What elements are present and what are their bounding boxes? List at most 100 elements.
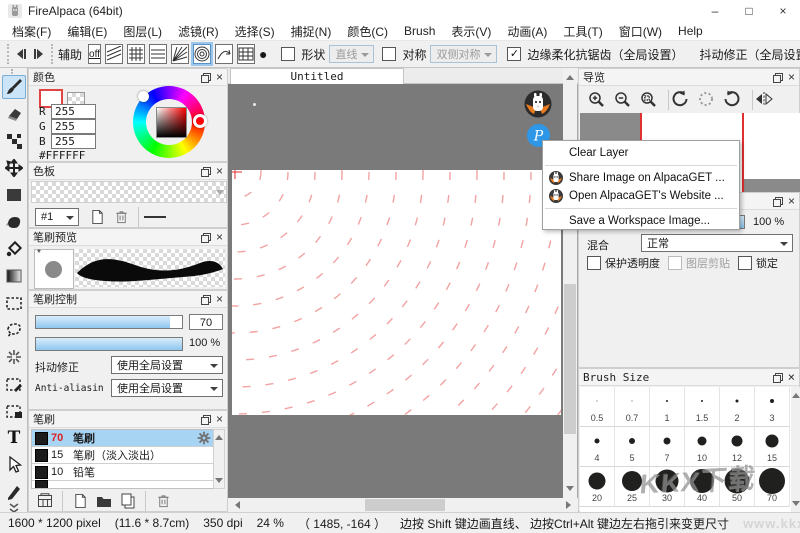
brush-list-scrollbar[interactable] [213, 429, 225, 489]
stabilizer-select[interactable]: 使用全局设置 [111, 356, 223, 374]
snap-off-button[interactable]: off [88, 44, 101, 64]
select-eraser-tool[interactable] [2, 399, 26, 423]
prev-snap-button[interactable] [14, 44, 28, 64]
close-panel-icon[interactable]: × [216, 413, 223, 425]
canvas-area[interactable]: Untitled P [228, 68, 578, 512]
symmetry-checkbox[interactable] [382, 47, 396, 61]
brush-size-option[interactable]: 20 [580, 467, 615, 507]
rotate-ccw-icon[interactable] [669, 89, 691, 109]
clipping-checkbox[interactable] [668, 256, 682, 270]
float-panel-icon[interactable] [201, 73, 210, 82]
menu-item[interactable]: 档案(F) [4, 22, 59, 41]
canvas-hscrollbar[interactable] [228, 498, 578, 512]
brush-list-item-partial[interactable] [32, 481, 214, 489]
close-button[interactable]: × [766, 0, 800, 22]
menu-item[interactable]: 工具(T) [555, 22, 610, 41]
magic-wand-tool[interactable] [2, 345, 26, 369]
context-menu-item[interactable]: Save a Workspace Image... [543, 212, 739, 230]
menu-item[interactable]: Brush [396, 23, 443, 39]
zoom-in-icon[interactable] [585, 89, 607, 109]
menu-item[interactable]: 窗口(W) [611, 22, 670, 41]
brush-settings-gear-icon[interactable] [197, 431, 211, 445]
menu-item[interactable]: 捕捉(N) [283, 22, 340, 41]
alpaca-avatar-button[interactable] [524, 90, 552, 118]
brush-opacity-slider[interactable] [35, 337, 183, 351]
brush-size-option[interactable]: 12 [720, 427, 755, 467]
snap-horizontal-button[interactable] [149, 44, 167, 64]
float-panel-icon[interactable] [201, 295, 210, 304]
protect-alpha-checkbox[interactable] [587, 256, 601, 270]
new-palette-icon[interactable] [87, 207, 107, 227]
brush-size-option[interactable]: 3 [755, 387, 790, 427]
pen-tool[interactable] [2, 480, 26, 504]
brush-size-scrollbar[interactable] [791, 387, 800, 512]
float-panel-icon[interactable] [773, 373, 782, 382]
menu-item[interactable]: 动画(A) [499, 22, 555, 41]
delete-brush-icon[interactable] [153, 491, 173, 511]
gradient-pen-tool[interactable] [2, 237, 26, 261]
float-panel-icon[interactable] [201, 167, 210, 176]
menu-item[interactable]: 图层(L) [115, 22, 170, 41]
context-menu-item[interactable]: Open AlpacaGET's Website ... [543, 187, 739, 205]
move-tool[interactable] [2, 156, 26, 180]
context-menu-item[interactable]: Clear Layer [543, 144, 739, 162]
brush-folder-icon[interactable] [94, 491, 114, 511]
brush-size-option[interactable]: 0.7 [615, 387, 650, 427]
symmetry-select[interactable]: 双侧对称 [430, 45, 497, 63]
float-panel-icon[interactable] [773, 73, 782, 82]
maximize-button[interactable]: □ [732, 0, 766, 22]
shape-select[interactable]: 直线 [329, 45, 374, 63]
fill-rect-tool[interactable] [2, 183, 26, 207]
brush-list-item[interactable]: 10铅笔 [32, 464, 214, 481]
color-wheel[interactable] [133, 86, 205, 158]
snap-concentric-button[interactable] [193, 44, 211, 64]
brush-size-option[interactable]: 40 [685, 467, 720, 507]
menu-item[interactable]: 表示(V) [443, 22, 499, 41]
brush-size-slider[interactable] [35, 315, 183, 329]
brush-size-option[interactable]: 15 [755, 427, 790, 467]
saturation-value-square[interactable] [156, 107, 187, 138]
context-menu-item[interactable]: Share Image on AlpacaGET ... [543, 169, 739, 187]
antialias-checkbox[interactable]: ✓ [507, 47, 521, 61]
operation-tool[interactable] [2, 453, 26, 477]
flip-horizontal-icon[interactable] [753, 89, 775, 109]
brush-size-option[interactable]: 70 [755, 467, 790, 507]
menu-item[interactable]: 颜色(C) [339, 22, 396, 41]
close-panel-icon[interactable]: × [788, 371, 795, 383]
close-panel-icon[interactable]: × [216, 231, 223, 243]
brush-size-value[interactable]: 70 [189, 314, 223, 330]
brush-size-option[interactable]: 5 [615, 427, 650, 467]
brush-store-icon[interactable] [35, 491, 55, 511]
bucket-tool[interactable] [2, 210, 26, 234]
hue-marker-ring[interactable] [193, 114, 207, 128]
rotate-reset-icon[interactable] [695, 89, 717, 109]
snap-grid-button[interactable] [127, 44, 145, 64]
brush-size-option[interactable]: 30 [650, 467, 685, 507]
close-panel-icon[interactable]: × [216, 293, 223, 305]
minimize-button[interactable]: – [698, 0, 732, 22]
select-pen-tool[interactable] [2, 372, 26, 396]
zoom-fit-icon[interactable] [637, 89, 659, 109]
float-panel-icon[interactable] [201, 415, 210, 424]
lasso-tool[interactable] [2, 318, 26, 342]
menu-item[interactable]: 编辑(E) [59, 22, 115, 41]
next-snap-button[interactable] [32, 44, 46, 64]
snap-parallel-button[interactable] [105, 44, 123, 64]
brush-size-option[interactable]: 1.5 [685, 387, 720, 427]
r-input[interactable]: 255 [51, 104, 96, 119]
g-input[interactable]: 255 [51, 119, 96, 134]
brush-list-item[interactable]: 15笔刷（淡入淡出） [32, 447, 214, 464]
delete-palette-icon[interactable] [111, 207, 131, 227]
document-tab[interactable]: Untitled [230, 68, 404, 84]
brush-size-option[interactable]: 25 [615, 467, 650, 507]
document-canvas[interactable] [232, 170, 561, 415]
hue-marker-dot[interactable] [138, 91, 149, 102]
snap-vanishing-button[interactable] [171, 44, 189, 64]
blend-mode-select[interactable]: 正常 [641, 234, 793, 252]
gradient-tool[interactable] [2, 264, 26, 288]
canvas-vscrollbar[interactable] [563, 68, 577, 498]
snap-curve-button[interactable] [215, 44, 233, 64]
brush-size-option[interactable]: 50 [720, 467, 755, 507]
text-tool[interactable]: T [2, 426, 26, 450]
menu-item[interactable]: Help [670, 23, 711, 39]
